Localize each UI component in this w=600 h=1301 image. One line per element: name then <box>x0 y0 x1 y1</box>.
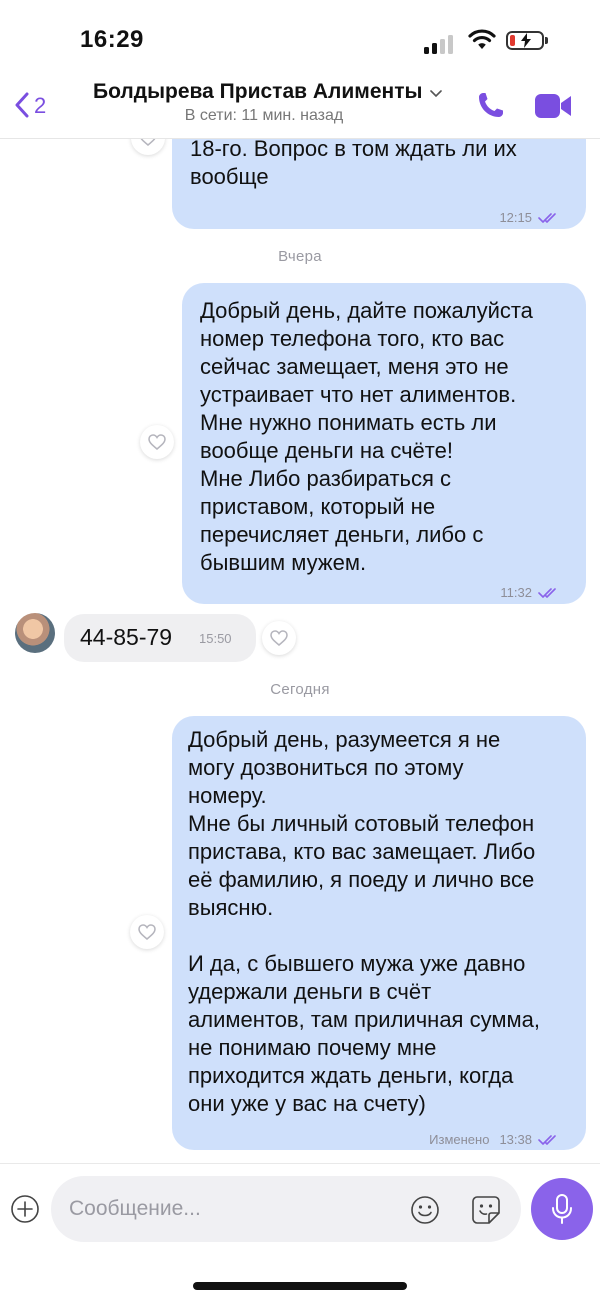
contact-avatar[interactable] <box>15 613 55 653</box>
home-indicator[interactable] <box>193 1282 407 1290</box>
voice-record-button[interactable] <box>531 1178 593 1240</box>
message-time: 11:32 <box>500 585 532 600</box>
microphone-icon <box>552 1194 572 1224</box>
date-separator: Вчера <box>278 248 322 265</box>
double-check-icon <box>538 212 560 224</box>
heart-icon <box>140 139 156 146</box>
message-time: 12:15 <box>499 210 532 225</box>
sticker-button[interactable] <box>471 1195 501 1225</box>
message-text: не приходили. Обычно 17-18, край 18-го. … <box>190 139 517 189</box>
heart-icon <box>270 630 288 646</box>
like-button[interactable] <box>140 425 174 459</box>
like-button[interactable] <box>130 915 164 949</box>
chat-header: 2 Болдырева Пристав Алименты В сети: 11 … <box>0 72 600 139</box>
heart-icon <box>148 434 166 450</box>
plus-icon <box>11 1195 39 1223</box>
status-icons <box>424 28 554 54</box>
message-bubble-outgoing[interactable]: не приходили. Обычно 17-18, край 18-го. … <box>172 139 586 229</box>
message-input[interactable] <box>51 1176 521 1242</box>
emoji-icon <box>411 1196 439 1224</box>
composer-bar <box>0 1163 600 1301</box>
message-time: 15:50 <box>199 631 232 646</box>
message-text: 44-85-79 <box>80 624 173 650</box>
attach-button[interactable] <box>10 1194 40 1224</box>
status-bar: 16:29 <box>0 0 600 72</box>
wifi-icon <box>468 29 496 49</box>
message-list[interactable]: не приходили. Обычно 17-18, край 18-го. … <box>0 139 600 1163</box>
date-separator: Сегодня <box>270 681 330 698</box>
status-time: 16:29 <box>80 26 144 53</box>
chat-title[interactable]: Болдырева Пристав Алименты <box>93 80 443 104</box>
chevron-down-icon <box>430 80 443 104</box>
message-meta: Изменено 13:38 <box>429 1126 560 1154</box>
message-bubble-incoming[interactable]: 44-85-79 15:50 <box>64 614 256 662</box>
message-meta: 12:15 <box>499 204 560 232</box>
online-status: В сети: 11 мин. назад <box>184 107 344 124</box>
phone-icon[interactable] <box>476 90 506 120</box>
double-check-icon <box>538 587 560 599</box>
emoji-button[interactable] <box>410 1195 440 1225</box>
heart-icon <box>138 924 156 940</box>
message-time: 13:38 <box>499 1132 532 1147</box>
sticker-icon <box>472 1196 500 1224</box>
like-button[interactable] <box>262 621 296 655</box>
message-bubble-outgoing[interactable]: Добрый день, дайте пожалуйста номер теле… <box>182 283 586 604</box>
message-text: Добрый день, дайте пожалуйста номер теле… <box>200 298 533 575</box>
edited-label: Изменено <box>429 1132 490 1147</box>
video-camera-icon[interactable] <box>534 92 572 120</box>
message-text: Добрый день, разумеется я не могу дозвон… <box>188 727 540 1116</box>
contact-name: Болдырева Пристав Алименты <box>93 80 423 103</box>
message-meta: 11:32 <box>500 579 560 607</box>
like-button[interactable] <box>131 139 165 155</box>
battery-icon <box>506 31 544 50</box>
double-check-icon <box>538 1134 560 1146</box>
message-bubble-outgoing[interactable]: Добрый день, разумеется я не могу дозвон… <box>172 716 586 1150</box>
